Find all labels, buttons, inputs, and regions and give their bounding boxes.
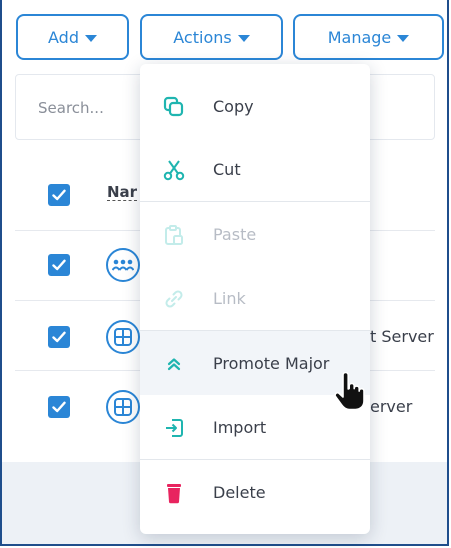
double-chevron-up-icon xyxy=(162,352,186,376)
caret-down-icon xyxy=(397,34,410,42)
row-checkbox[interactable] xyxy=(48,326,70,348)
menu-item-label: Delete xyxy=(213,482,266,502)
row-name-text: t Server xyxy=(370,327,434,346)
scissors-icon xyxy=(162,158,186,182)
checkmark-icon xyxy=(52,331,66,343)
group-icon xyxy=(106,248,140,282)
menu-item-label: Import xyxy=(213,417,267,437)
caret-down-icon xyxy=(84,34,97,42)
actions-dropdown-menu: Copy Cut Paste Link Promote Major Import… xyxy=(140,64,370,534)
windows-icon xyxy=(106,390,140,424)
menu-item-delete[interactable]: Delete xyxy=(140,460,370,524)
menu-item-label: Promote Major xyxy=(213,353,330,373)
menu-item-link: Link xyxy=(140,266,370,330)
checkmark-icon xyxy=(52,259,66,271)
manage-button[interactable]: Manage xyxy=(293,14,444,60)
column-header-name[interactable]: Nar xyxy=(107,184,138,201)
actions-button[interactable]: Actions xyxy=(140,14,283,60)
checkmark-icon xyxy=(52,189,66,201)
menu-item-copy[interactable]: Copy xyxy=(140,74,370,138)
row-name-text: erver xyxy=(370,397,413,416)
row-checkbox[interactable] xyxy=(48,396,70,418)
link-icon xyxy=(162,287,186,311)
select-all-checkbox[interactable] xyxy=(48,184,70,206)
import-icon xyxy=(162,416,186,440)
trash-icon xyxy=(162,481,186,505)
manage-button-label: Manage xyxy=(327,27,392,47)
menu-item-label: Paste xyxy=(213,224,257,244)
menu-item-label: Link xyxy=(213,288,246,308)
caret-down-icon xyxy=(237,34,250,42)
menu-item-label: Copy xyxy=(213,96,254,116)
menu-item-cut[interactable]: Cut xyxy=(140,137,370,201)
add-button-label: Add xyxy=(48,27,79,47)
clipboard-icon xyxy=(162,223,186,247)
actions-button-label: Actions xyxy=(173,27,232,47)
copy-icon xyxy=(162,95,186,119)
checkmark-icon xyxy=(52,401,66,413)
add-button[interactable]: Add xyxy=(16,14,129,60)
windows-icon xyxy=(106,320,140,354)
menu-item-paste: Paste xyxy=(140,202,370,266)
menu-item-label: Cut xyxy=(213,159,241,179)
row-checkbox[interactable] xyxy=(48,254,70,276)
hand-pointer-cursor-icon xyxy=(334,372,365,411)
